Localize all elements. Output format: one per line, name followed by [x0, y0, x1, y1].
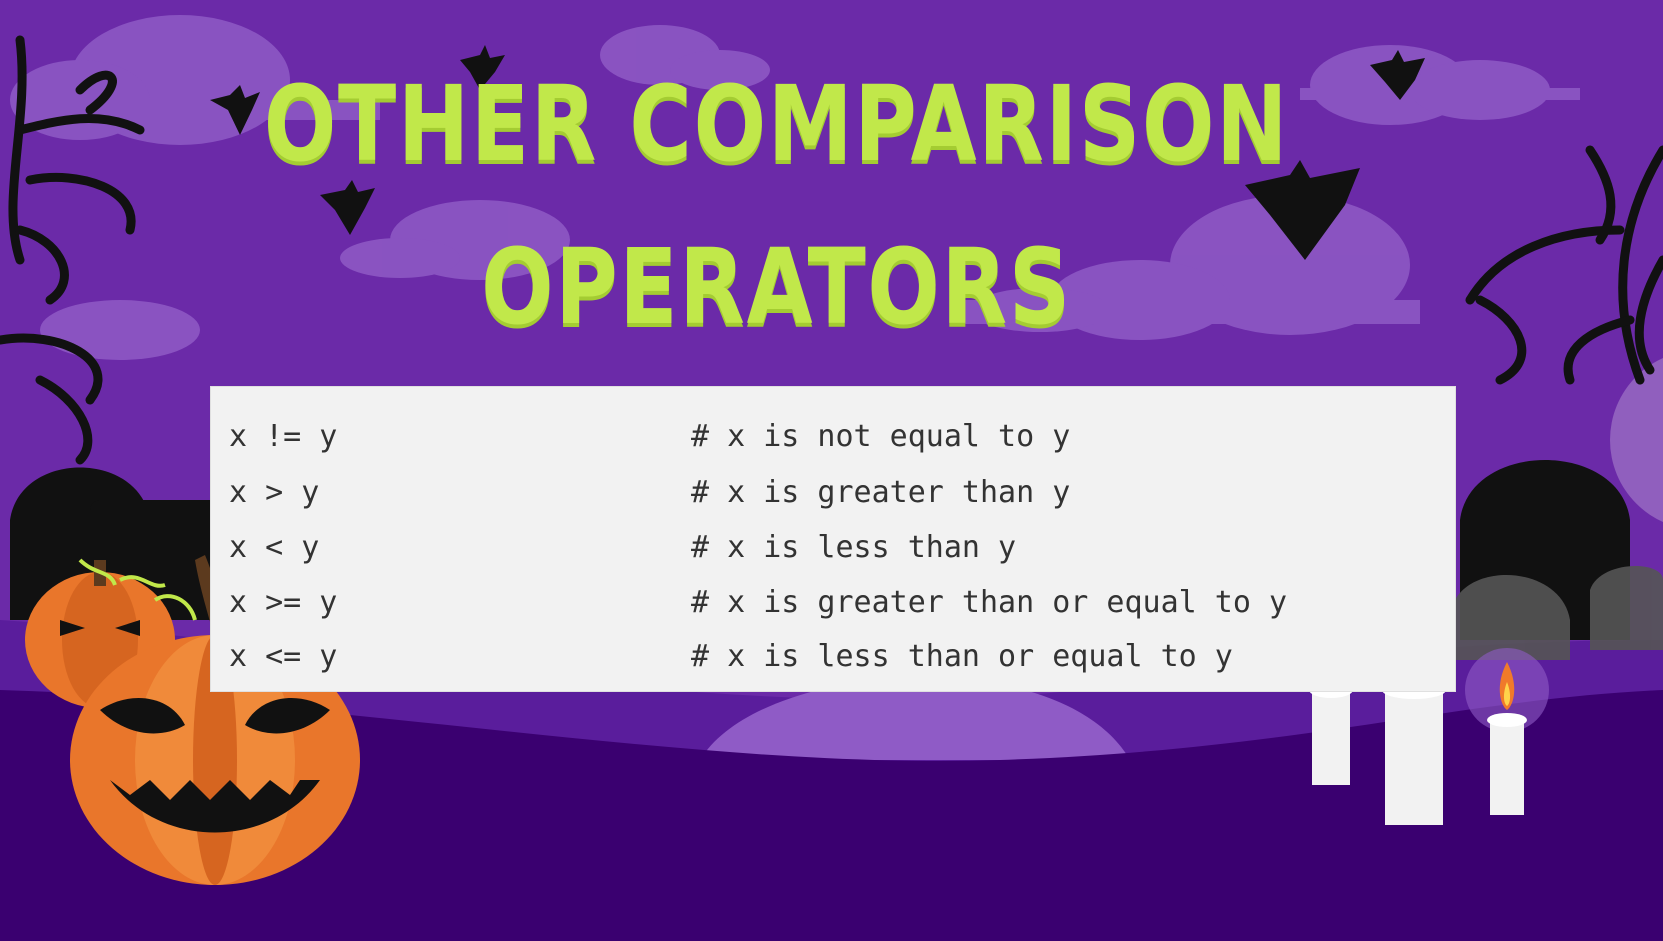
code-comment: # x is greater than y	[691, 475, 1071, 510]
slide-title-line-2: Operators	[481, 226, 1072, 348]
code-row: x <= y # x is less than or equal to y	[229, 635, 1233, 679]
code-expression: x < y	[229, 530, 320, 565]
code-row: x < y # x is less than y	[229, 526, 1016, 570]
code-row: x > y # x is greater than y	[229, 471, 1070, 515]
code-expression: x != y	[229, 419, 338, 454]
code-row: x != y # x is not equal to y	[229, 415, 1070, 459]
code-block: x != y # x is not equal to y x > y # x i…	[210, 386, 1456, 692]
code-comment: # x is less than y	[691, 530, 1017, 565]
slide-title-line-1: Other Comparison	[263, 63, 1290, 185]
code-expression: x >= y	[229, 585, 338, 620]
candle-icon	[1309, 682, 1353, 785]
candle-icon	[1382, 681, 1446, 825]
halloween-slide: Other Comparison Operators x != y # x is…	[0, 0, 1663, 941]
code-comment: # x is less than or equal to y	[691, 639, 1233, 674]
code-comment: # x is greater than or equal to y	[691, 585, 1288, 620]
code-expression: x > y	[229, 475, 320, 510]
code-comment: # x is not equal to y	[691, 419, 1071, 454]
code-row: x >= y # x is greater than or equal to y	[229, 581, 1287, 625]
code-expression: x <= y	[229, 639, 338, 674]
